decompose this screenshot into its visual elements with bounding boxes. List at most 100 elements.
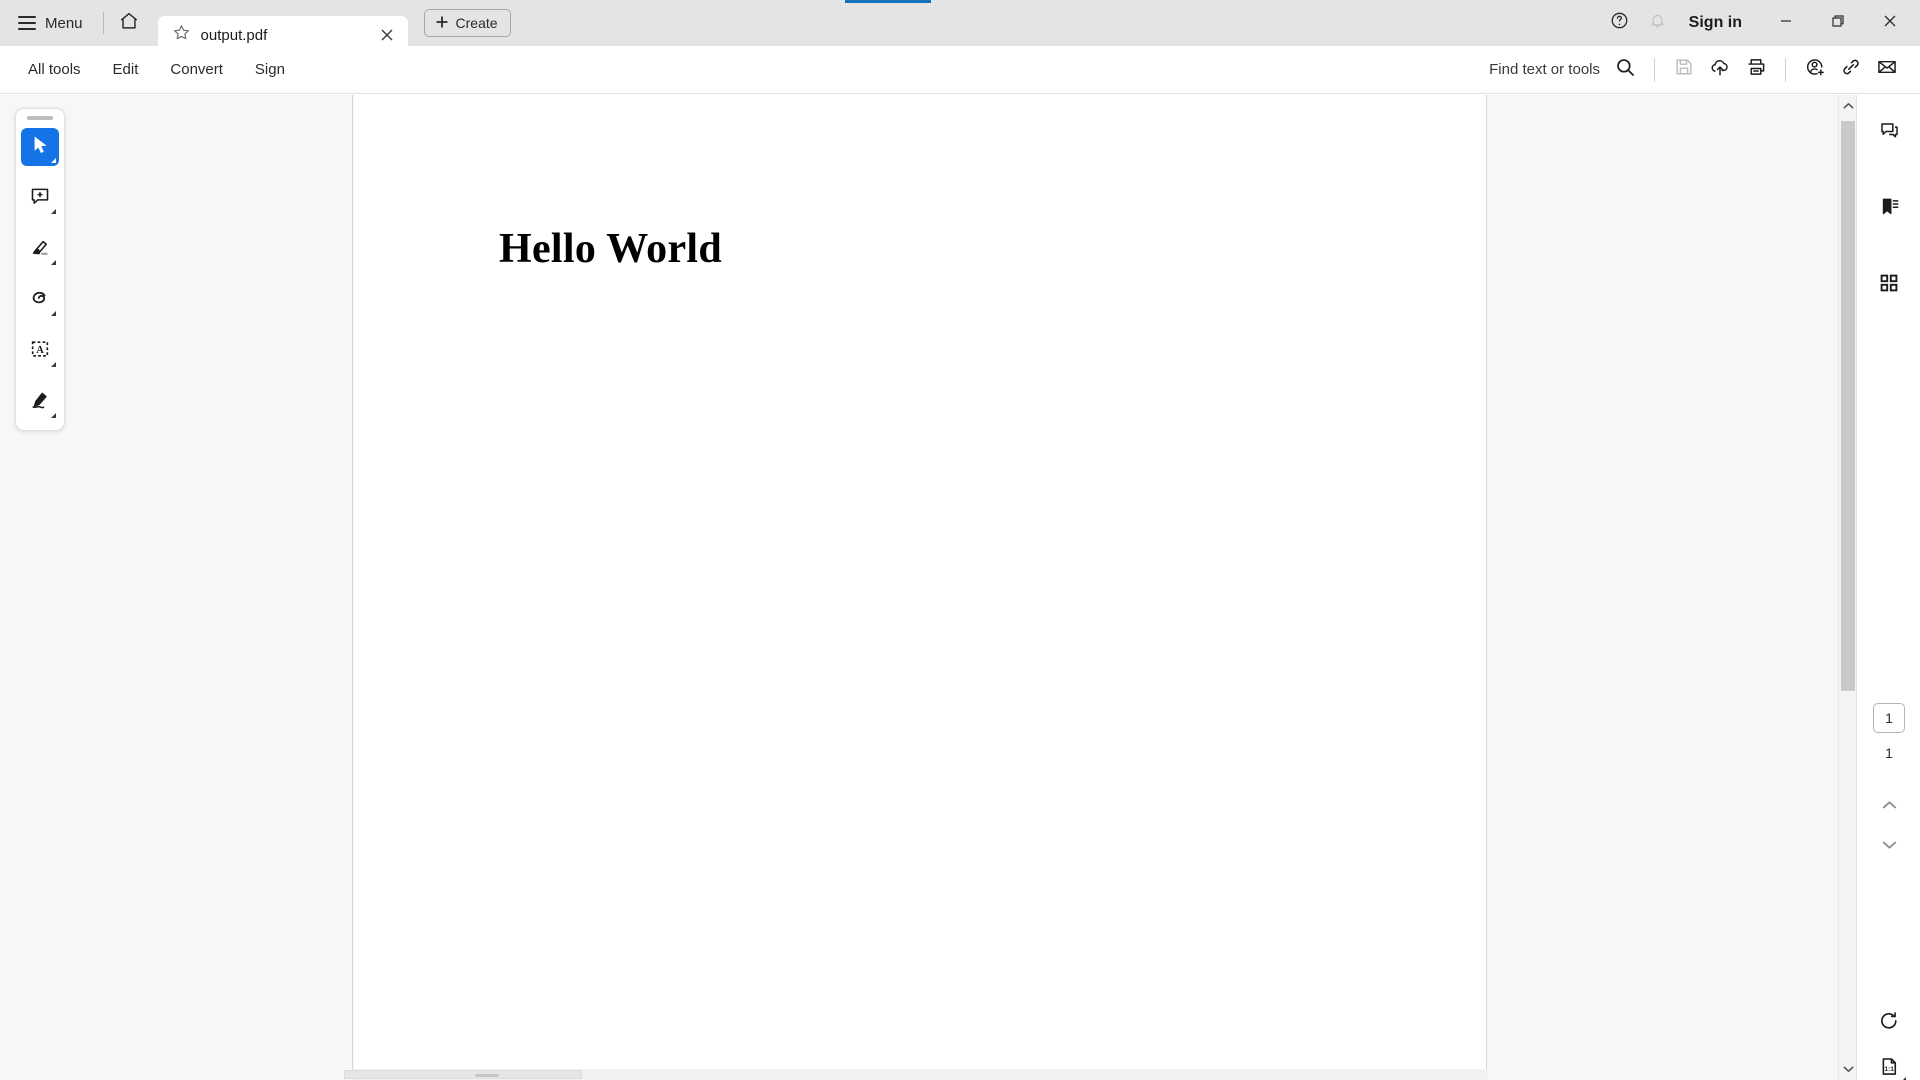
svg-text:1:1: 1:1 bbox=[1884, 1066, 1894, 1073]
draw-tool-button[interactable] bbox=[21, 281, 59, 319]
chevron-menu-icon bbox=[51, 311, 56, 316]
close-window-button[interactable] bbox=[1866, 0, 1914, 46]
bookmark-list-icon bbox=[1879, 196, 1900, 222]
document-viewport: Hello World bbox=[0, 95, 1856, 1080]
signature-pen-icon bbox=[29, 389, 51, 416]
tab-close-icon[interactable] bbox=[376, 24, 398, 46]
search-icon bbox=[1615, 57, 1636, 83]
help-circle-icon bbox=[1610, 11, 1629, 35]
plus-icon bbox=[435, 15, 449, 32]
command-bar-menus: All tools Edit Convert Sign bbox=[0, 55, 299, 84]
maximize-button[interactable] bbox=[1814, 0, 1862, 46]
annotation-tool-rail: A bbox=[15, 108, 65, 431]
scroll-up-button[interactable] bbox=[1839, 95, 1857, 117]
home-icon bbox=[118, 10, 140, 37]
thumbnails-panel-button[interactable] bbox=[1857, 262, 1920, 308]
minimize-icon bbox=[1778, 13, 1794, 34]
vertical-scrollbar-thumb[interactable] bbox=[1841, 121, 1855, 691]
create-button-label: Create bbox=[455, 15, 498, 31]
add-comment-tool-button[interactable] bbox=[21, 179, 59, 217]
add-text-tool-button[interactable]: A bbox=[21, 332, 59, 370]
menu-button[interactable]: Menu bbox=[0, 0, 97, 46]
highlighter-icon bbox=[29, 236, 51, 263]
vertical-scrollbar[interactable] bbox=[1838, 95, 1856, 1080]
fill-and-sign-tool-button[interactable] bbox=[21, 383, 59, 421]
rotate-cw-icon bbox=[1878, 1010, 1900, 1037]
link-icon bbox=[1840, 56, 1862, 83]
highlight-tool-button[interactable] bbox=[21, 230, 59, 268]
previous-page-button[interactable] bbox=[1857, 785, 1920, 825]
command-bar-actions: Find text or tools bbox=[1489, 53, 1920, 87]
menu-all-tools[interactable]: All tools bbox=[14, 55, 95, 84]
help-button[interactable] bbox=[1603, 6, 1637, 40]
chevron-menu-icon bbox=[51, 260, 56, 265]
divider bbox=[102, 12, 104, 34]
divider bbox=[1785, 57, 1786, 82]
text-box-icon: A bbox=[29, 338, 51, 365]
view-controls: 1:1 bbox=[1857, 1000, 1920, 1080]
page-number-input[interactable]: 1 bbox=[1873, 703, 1905, 733]
cloud-upload-button[interactable] bbox=[1703, 53, 1737, 87]
restore-icon bbox=[1830, 13, 1846, 34]
bell-icon bbox=[1648, 11, 1667, 35]
total-pages-label: 1 bbox=[1885, 745, 1893, 761]
add-person-button[interactable] bbox=[1798, 53, 1832, 87]
chevron-menu-icon bbox=[51, 209, 56, 214]
rotate-clockwise-button[interactable] bbox=[1857, 1000, 1920, 1046]
comments-panel-button[interactable] bbox=[1857, 110, 1920, 156]
cursor-arrow-icon bbox=[30, 135, 50, 160]
title-bar-right: Sign in bbox=[1603, 0, 1920, 46]
sign-in-button[interactable]: Sign in bbox=[1679, 14, 1758, 32]
grid-icon bbox=[1879, 273, 1899, 298]
hamburger-icon bbox=[18, 16, 36, 30]
print-button[interactable] bbox=[1739, 53, 1773, 87]
menu-convert[interactable]: Convert bbox=[156, 55, 237, 84]
notifications-button[interactable] bbox=[1641, 6, 1675, 40]
page-navigation: 1 1 bbox=[1857, 703, 1920, 761]
next-page-button[interactable] bbox=[1857, 825, 1920, 865]
email-button[interactable] bbox=[1870, 53, 1904, 87]
tab-title: output.pdf bbox=[200, 26, 268, 44]
scroll-down-button[interactable] bbox=[1839, 1058, 1857, 1080]
menu-sign[interactable]: Sign bbox=[241, 55, 299, 84]
print-icon bbox=[1745, 56, 1767, 83]
one-to-one-page-icon: 1:1 bbox=[1879, 1056, 1900, 1080]
fit-page-button[interactable]: 1:1 bbox=[1857, 1046, 1920, 1080]
home-button[interactable] bbox=[110, 0, 148, 46]
bookmarks-panel-button[interactable] bbox=[1857, 186, 1920, 232]
select-tool-button[interactable] bbox=[21, 128, 59, 166]
minimize-button[interactable] bbox=[1762, 0, 1810, 46]
viewport-right-margin bbox=[1488, 95, 1856, 1080]
save-button[interactable] bbox=[1667, 53, 1701, 87]
horizontal-scrollbar[interactable] bbox=[344, 1069, 1488, 1080]
create-button[interactable]: Create bbox=[423, 9, 511, 37]
command-bar: All tools Edit Convert Sign Find text or… bbox=[0, 46, 1920, 94]
menu-edit[interactable]: Edit bbox=[99, 55, 153, 84]
scrollbar-grip bbox=[475, 1074, 499, 1077]
tab-strip: output.pdf Create bbox=[148, 0, 511, 54]
close-icon bbox=[1882, 13, 1898, 34]
menu-button-label: Menu bbox=[45, 14, 83, 32]
right-tool-rail: 1 1 1:1 bbox=[1856, 95, 1920, 1080]
save-icon bbox=[1674, 57, 1694, 82]
chevron-menu-icon bbox=[51, 362, 56, 367]
comment-plus-icon bbox=[29, 185, 51, 212]
divider bbox=[1654, 57, 1655, 82]
accent-bar bbox=[845, 0, 931, 3]
chevron-menu-icon bbox=[51, 413, 56, 418]
star-icon[interactable] bbox=[172, 23, 191, 47]
page-step-controls bbox=[1857, 785, 1920, 865]
find-label[interactable]: Find text or tools bbox=[1489, 61, 1600, 78]
right-rail-panels bbox=[1857, 110, 1920, 308]
drag-handle[interactable] bbox=[27, 116, 53, 120]
cloud-upload-icon bbox=[1709, 56, 1731, 83]
chevron-menu-icon bbox=[51, 158, 56, 163]
oval-lasso-icon bbox=[29, 287, 51, 314]
comment-icon bbox=[1879, 120, 1900, 146]
horizontal-scrollbar-thumb[interactable] bbox=[344, 1070, 582, 1079]
share-link-button[interactable] bbox=[1834, 53, 1868, 87]
search-button[interactable] bbox=[1608, 53, 1642, 87]
application-window: Menu output.pdf Create Sign in All tools… bbox=[0, 0, 1920, 1080]
pdf-page[interactable]: Hello World bbox=[354, 95, 1487, 1080]
email-icon bbox=[1876, 56, 1898, 83]
